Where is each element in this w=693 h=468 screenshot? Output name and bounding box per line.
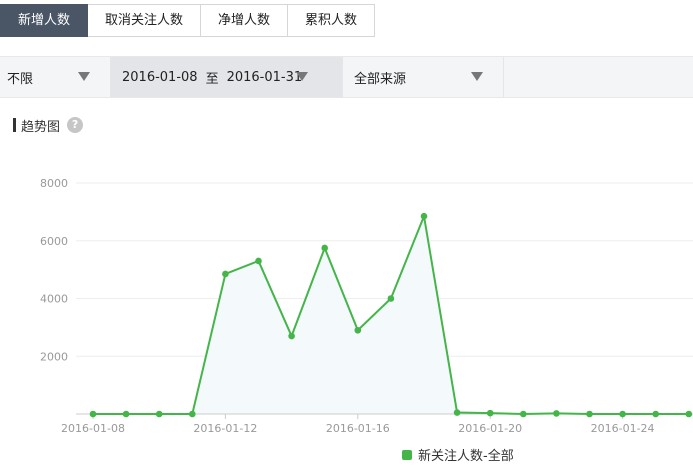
tab-net-growth[interactable]: 净增人数	[201, 4, 289, 37]
series-area	[93, 216, 689, 414]
tab-new-followers[interactable]: 新增人数	[0, 4, 89, 37]
y-tick-label: 8000	[40, 177, 68, 190]
data-point	[420, 212, 428, 220]
y-tick-label: 2000	[40, 350, 68, 363]
date-from: 2016-01-08	[122, 69, 198, 85]
data-point	[255, 257, 262, 265]
date-separator: 至	[205, 71, 219, 87]
trend-chart: 2000 4000 6000 8000 2016-01-08 2016-01-12 2016…	[40, 177, 693, 435]
source-select-value: 全部来源	[354, 71, 407, 87]
x-tick-label: 2016-01-12	[193, 422, 257, 435]
x-tick-label: 2016-01-24	[591, 422, 655, 435]
scope-select[interactable]: 不限	[0, 57, 111, 97]
data-point	[619, 410, 626, 418]
data-point	[189, 410, 196, 418]
x-tick-label: 2016-01-08	[61, 422, 125, 435]
x-tick-label: 2016-01-16	[326, 422, 390, 435]
legend-label: 新关注人数-全部	[418, 449, 514, 464]
y-tick-label: 6000	[40, 235, 68, 248]
section-marker	[13, 118, 16, 132]
data-point	[122, 410, 130, 418]
chevron-down-icon	[78, 72, 90, 81]
x-tick-label: 2016-01-20	[458, 422, 522, 435]
help-icon[interactable]: ?	[67, 117, 84, 133]
tab-cumulative[interactable]: 累积人数	[288, 4, 376, 37]
date-range-picker[interactable]: 2016-01-08 至 2016-01-31	[111, 57, 343, 97]
data-point	[486, 409, 494, 417]
source-select[interactable]: 全部来源	[343, 57, 504, 97]
data-point	[354, 326, 362, 334]
section-title: 趋势图	[21, 119, 61, 135]
data-point	[553, 410, 560, 417]
y-tick-label: 4000	[40, 293, 68, 306]
filter-bar: 不限 2016-01-08 至 2016-01-31 全部来源	[0, 56, 693, 98]
tab-unfollowers[interactable]: 取消关注人数	[88, 4, 202, 37]
scope-select-value: 不限	[7, 71, 34, 87]
chart-legend[interactable]: 新关注人数-全部	[402, 445, 514, 464]
chevron-down-icon	[471, 72, 483, 81]
chevron-down-icon	[296, 72, 308, 81]
date-to: 2016-01-31	[226, 69, 303, 85]
metric-tabs: 新增人数 取消关注人数 净增人数 累积人数	[0, 4, 376, 37]
data-point	[685, 410, 693, 418]
data-point	[586, 410, 593, 418]
section-header: 趋势图 ?	[13, 117, 84, 135]
data-point	[155, 410, 163, 418]
data-point	[222, 270, 229, 278]
legend-swatch	[402, 449, 412, 460]
data-point	[453, 409, 461, 416]
data-point	[652, 410, 659, 418]
data-point	[387, 295, 395, 302]
data-point	[321, 244, 329, 252]
data-point	[89, 410, 97, 418]
data-point	[288, 332, 295, 340]
data-point	[520, 410, 527, 418]
